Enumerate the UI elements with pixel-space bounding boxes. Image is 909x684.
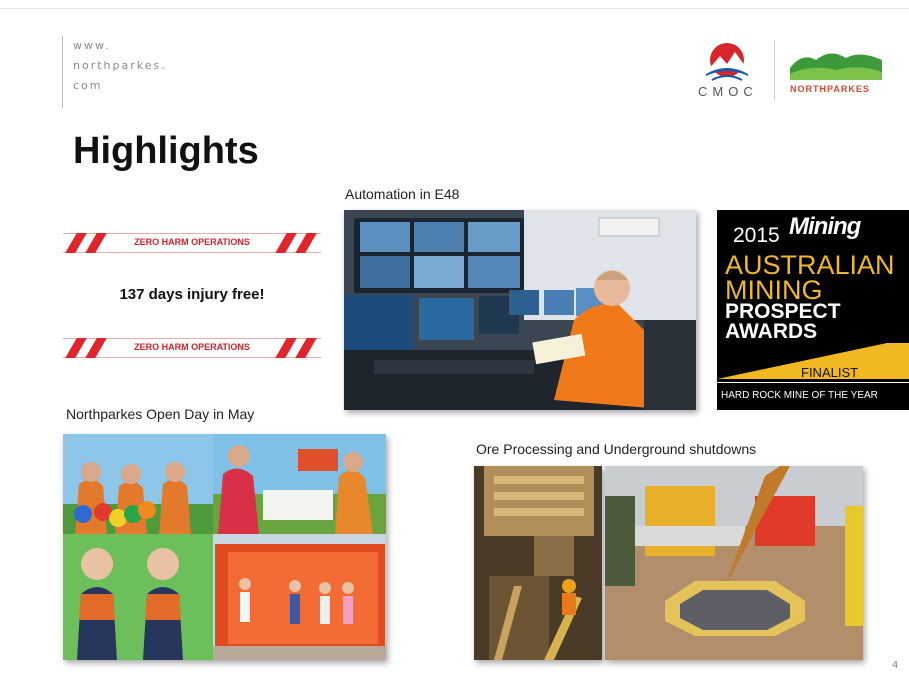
award-category: HARD ROCK MINE OF THE YEAR [721,390,878,401]
injury-free-text: 137 days injury free! [119,286,265,303]
award-divider [717,382,909,383]
award-finalist: FINALIST [801,365,859,380]
top-divider [0,8,909,9]
url-line-1: www. [73,39,111,52]
cmoc-logo-text: CMOC [698,84,758,99]
zero-harm-text-bottom: ZERO HARM OPERATIONS [134,342,250,352]
open-day-caption: Northparkes Open Day in May [66,406,255,422]
shutdown-crane-photo [605,466,863,660]
page-number: 4 [892,660,899,671]
url-line-2: northparkes. [73,59,167,72]
zero-harm-banner-top: ZERO HARM OPERATIONS [63,233,321,253]
northparkes-logo-text: NORTHPARKES [790,84,870,94]
underground-photo [474,466,602,660]
mining-award-badge: 2015 Mining AUSTRALIAN MINING PROSPECT A… [717,210,909,410]
open-day-collage [63,434,386,660]
cmoc-logo [706,43,748,81]
award-year: 2015 [733,224,780,247]
logo-divider [774,40,775,100]
logo-group: CMOC NORTHPARKES [690,40,890,102]
page-title: Highlights [73,130,259,172]
northparkes-logo [790,53,882,80]
zero-harm-banner-bottom: ZERO HARM OPERATIONS [63,338,321,358]
automation-caption: Automation in E48 [345,186,460,202]
url-line-3: com [73,79,103,92]
control-room-photo [344,210,696,410]
award-magazine: Mining [789,213,861,240]
zero-harm-text-top: ZERO HARM OPERATIONS [134,237,250,247]
slide: www. northparkes. com CMOC NORTHPARKES H… [0,0,909,684]
ore-caption: Ore Processing and Underground shutdowns [476,441,757,457]
website-url: www. northparkes. com [62,36,167,108]
award-line-4: AWARDS [725,320,818,343]
